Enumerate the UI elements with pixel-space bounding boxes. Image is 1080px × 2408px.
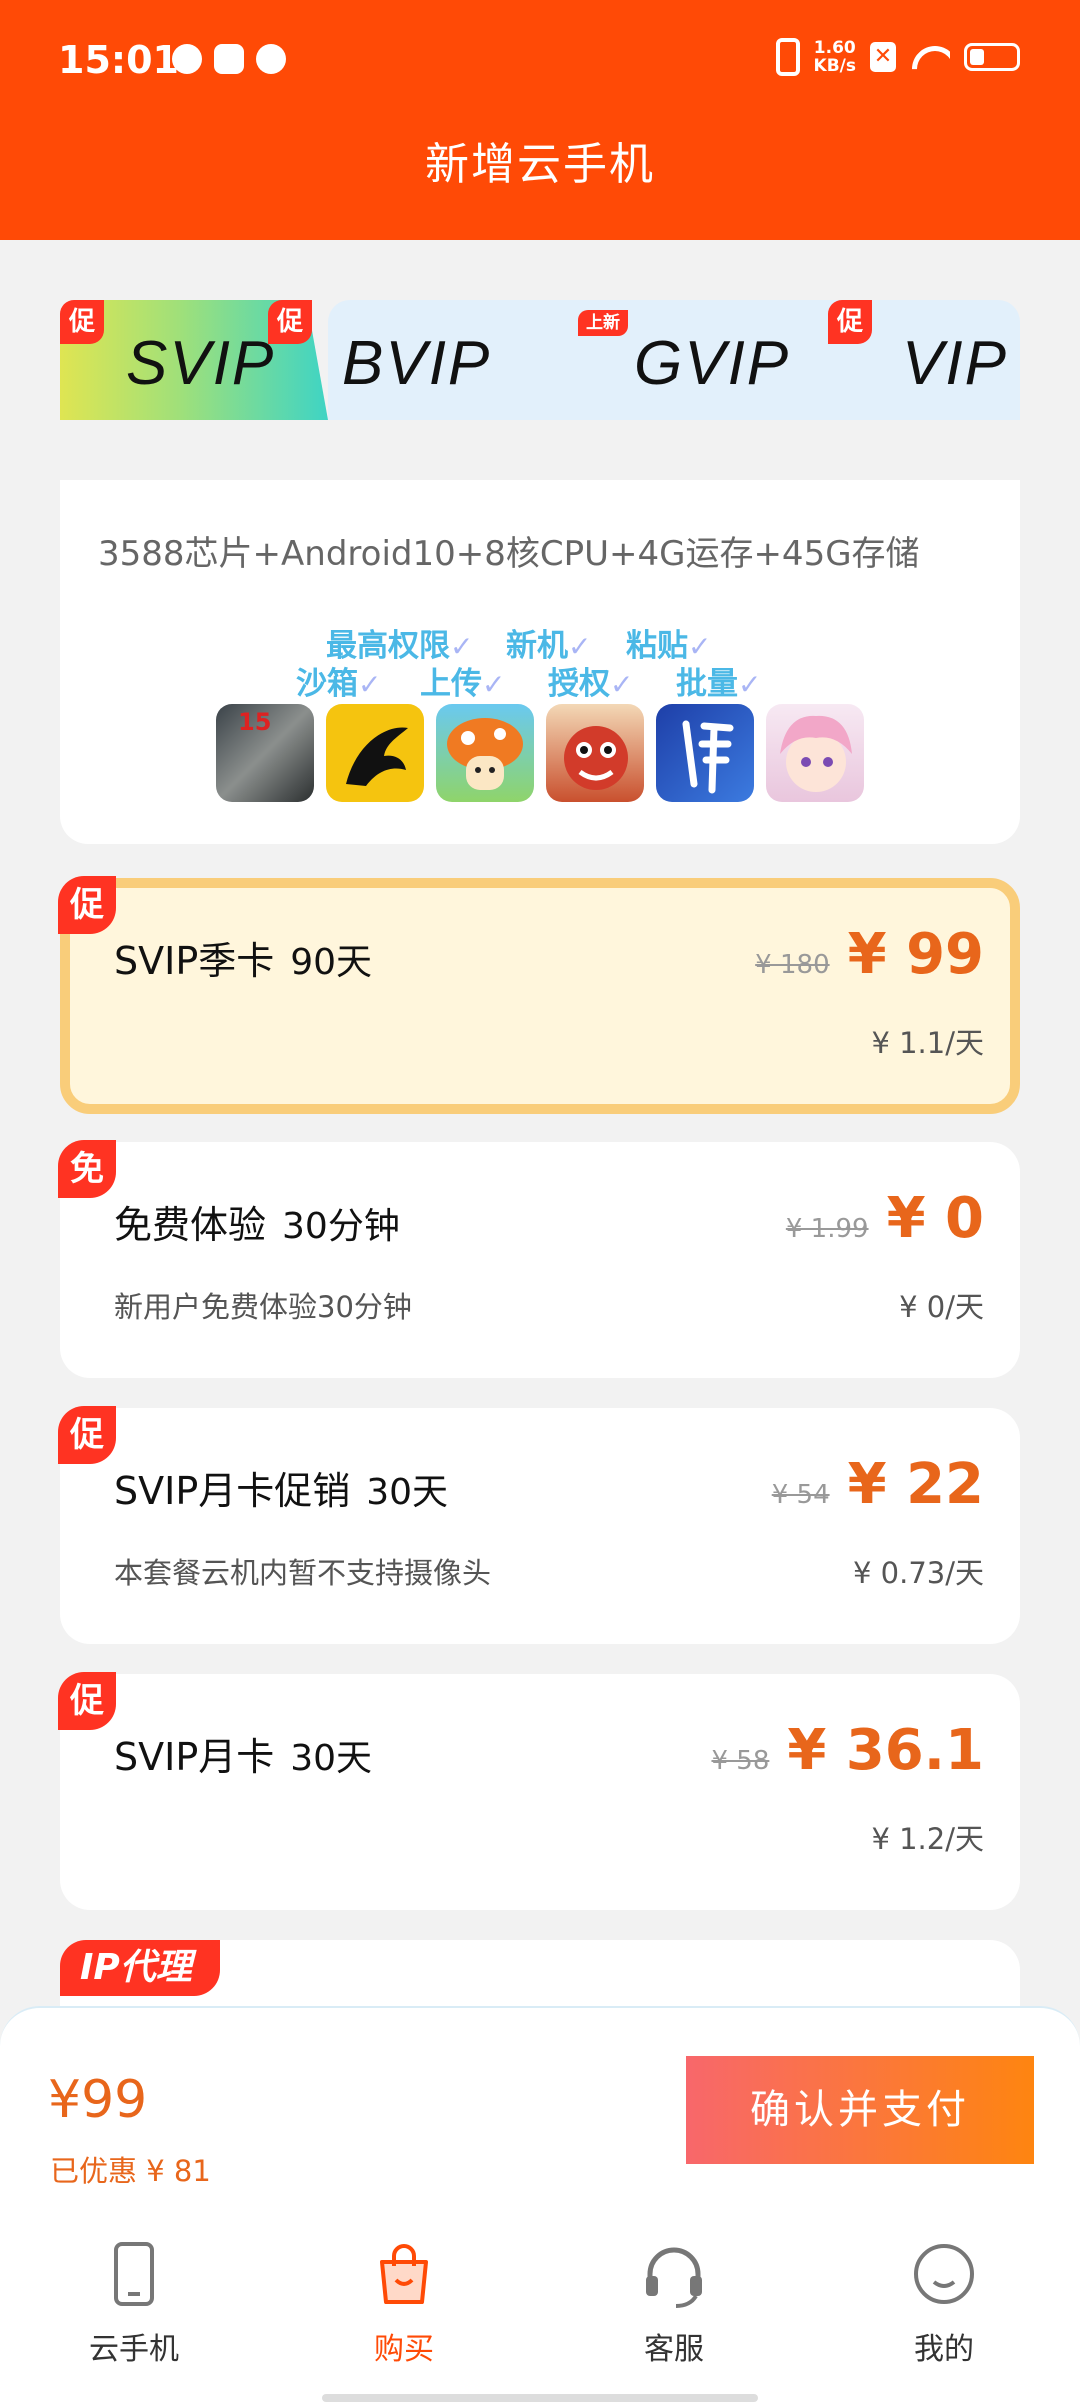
spec-description: 3588芯片+Android10+8核CPU+4G运存+45G存储 (98, 534, 920, 574)
plan-card-svip-month-promo[interactable]: 促 SVIP月卡促销 30天 本套餐云机内暂不支持摄像头 ¥ 54 ¥ 22 ¥ … (58, 1406, 1020, 1644)
plan-price: ¥ 180 ¥ 99 (755, 922, 984, 987)
smiley-icon (908, 2238, 980, 2310)
current-price: ¥ 99 (847, 922, 984, 987)
anime-girl-game-icon (766, 704, 864, 802)
plan-duration: 90天 (290, 942, 373, 983)
tab-label: SVIP (126, 329, 276, 398)
mushroom-game-icon (436, 704, 534, 802)
status-time: 15:01 (58, 38, 179, 82)
close-box-icon: ✕ (870, 42, 896, 72)
plan-name: SVIP月卡 30天 (114, 1735, 373, 1779)
nav-customer-service[interactable]: 客服 (574, 2238, 774, 2368)
dragon-red-game-icon (546, 704, 644, 802)
current-price: ¥ 22 (847, 1452, 984, 1517)
plan-duration: 30分钟 (282, 1206, 400, 1247)
feature-tag: 上传✓ (420, 666, 506, 702)
nav-cloud-phone[interactable]: 云手机 (34, 2238, 234, 2368)
tab-vip[interactable]: 促 VIP (828, 300, 1020, 420)
price-per-day: ¥ 0/天 (899, 1290, 984, 1324)
status-notification-icons (172, 44, 286, 74)
headset-icon (638, 2238, 710, 2310)
mail-icon (214, 44, 244, 74)
status-system-icons: 1.60 KB/s ✕ (775, 38, 1020, 76)
feature-tag: 沙箱✓ (296, 666, 382, 702)
promo-badge: 促 (60, 300, 104, 344)
spec-card: 3588芯片+Android10+8核CPU+4G运存+45G存储 最高权限✓ … (60, 480, 1020, 844)
feature-tag: 批量✓ (676, 666, 762, 702)
vip-tabs: 促 SVIP 促 BVIP 上新 GVIP 促 VIP (60, 300, 1020, 420)
leaf-icon (172, 44, 202, 74)
ip-proxy-tag: IP代理 (60, 1940, 220, 1996)
confirm-pay-button[interactable]: 确认并支付 (686, 2056, 1034, 2164)
plan-name: 免费体验 30分钟 (114, 1203, 400, 1247)
promo-badge: 促 (828, 300, 872, 344)
current-price: ¥ 0 (886, 1186, 984, 1251)
plan-price: ¥ 54 ¥ 22 (772, 1452, 984, 1517)
plan-duration: 30天 (366, 1472, 449, 1513)
price-per-day: ¥ 0.73/天 (852, 1556, 984, 1590)
plan-note: 本套餐云机内暂不支持摄像头 (114, 1556, 492, 1590)
net-speed-unit: KB/s (813, 56, 856, 76)
original-price: ¥ 180 (755, 950, 830, 980)
promo-badge: 促 (268, 300, 312, 344)
promo-badge: 促 (58, 1406, 116, 1464)
plan-name: SVIP季卡 90天 (114, 939, 373, 983)
phone-icon (98, 2238, 170, 2310)
page-title: 新增云手机 (425, 139, 655, 190)
plan-price: ¥ 58 ¥ 36.1 (711, 1718, 984, 1783)
promo-badge: 促 (58, 876, 116, 934)
wifi-icon (910, 42, 950, 72)
shopping-bag-icon (368, 2238, 440, 2310)
plan-duration: 30天 (290, 1738, 373, 1779)
new-badge: 上新 (578, 310, 628, 336)
battery-icon (964, 43, 1020, 71)
tab-label: VIP (902, 329, 1008, 398)
plan-card-free-trial[interactable]: 免 免费体验 30分钟 新用户免费体验30分钟 ¥ 1.99 ¥ 0 ¥ 0/天 (58, 1140, 1020, 1378)
nav-label: 我的 (914, 2332, 974, 2367)
original-price: ¥ 1.99 (785, 1214, 869, 1244)
bottom-nav: 云手机 购买 客服 我的 (0, 2214, 1080, 2408)
discount-amount: 已优惠 ¥ 81 (50, 2154, 211, 2188)
home-indicator[interactable] (322, 2394, 758, 2402)
net-speed: 1.60 KB/s (814, 39, 856, 75)
tab-label: BVIP (342, 329, 492, 398)
current-price: ¥ 36.1 (787, 1718, 984, 1783)
nav-buy[interactable]: 购买 (304, 2238, 504, 2368)
15-days-game-icon: 15 (216, 704, 314, 802)
promo-badge: 促 (58, 1672, 116, 1730)
plan-card-svip-quarter[interactable]: 促 SVIP季卡 90天 ¥ 180 ¥ 99 ¥ 1.1/天 (58, 876, 1020, 1114)
original-price: ¥ 54 (771, 1480, 830, 1510)
plan-price: ¥ 1.99 ¥ 0 (786, 1186, 984, 1251)
tab-label: GVIP (634, 329, 791, 398)
header-bar: 15:01 1.60 KB/s ✕ 新增云手机 (0, 0, 1080, 240)
feature-tag: 授权✓ (548, 666, 634, 702)
original-price: ¥ 58 (711, 1746, 770, 1776)
plan-note: 新用户免费体验30分钟 (114, 1290, 412, 1324)
nav-label: 客服 (644, 2332, 704, 2367)
feature-tags: 最高权限✓ 新机✓ 粘贴✓ 沙箱✓ 上传✓ 授权✓ 批量✓ (60, 620, 1020, 702)
nav-label: 购买 (374, 2332, 434, 2367)
cat-icon (256, 44, 286, 74)
supported-games: 15 (216, 704, 864, 802)
price-per-day: ¥ 1.2/天 (871, 1822, 984, 1856)
blue-calligraphy-game-icon (656, 704, 754, 802)
nav-profile[interactable]: 我的 (844, 2238, 1044, 2368)
vibrate-icon (775, 38, 800, 76)
plan-card-svip-month[interactable]: 促 SVIP月卡 30天 ¥ 58 ¥ 36.1 ¥ 1.2/天 (58, 1672, 1020, 1910)
nav-label: 云手机 (89, 2332, 179, 2367)
free-badge: 免 (58, 1140, 116, 1198)
net-speed-value: 1.60 (813, 38, 856, 58)
dragon-game-icon (326, 704, 424, 802)
payment-bar: ¥99 已优惠 ¥ 81 确认并支付 (0, 2006, 1080, 2214)
price-per-day: ¥ 1.1/天 (871, 1026, 984, 1060)
plan-name: SVIP月卡促销 30天 (114, 1469, 449, 1513)
total-price: ¥99 (48, 2070, 148, 2130)
